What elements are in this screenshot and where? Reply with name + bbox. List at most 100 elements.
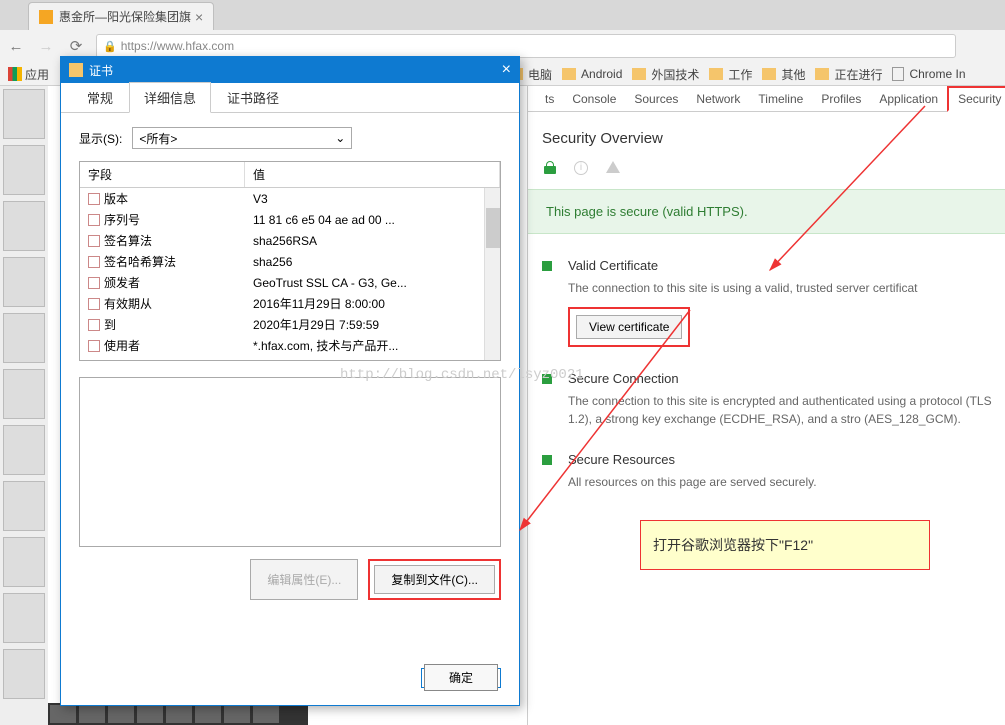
bottom-thumbs bbox=[48, 703, 308, 725]
field-icon bbox=[88, 277, 100, 289]
cell-value: 2016年11月29日 8:00:00 bbox=[245, 293, 500, 314]
cell-field: 有效期从 bbox=[80, 293, 245, 314]
thumbnail bbox=[3, 649, 45, 699]
browser-tab[interactable]: 惠金所—阳光保险集团旗 × bbox=[28, 2, 214, 30]
bookmark-folder[interactable]: Android bbox=[562, 67, 622, 81]
table-row[interactable]: 签名算法sha256RSA bbox=[80, 230, 500, 251]
table-row[interactable]: 到2020年1月29日 7:59:59 bbox=[80, 314, 500, 335]
bookmark-link[interactable]: Chrome In bbox=[892, 67, 965, 81]
field-icon bbox=[88, 256, 100, 268]
back-icon[interactable]: ← bbox=[6, 36, 26, 56]
tab-general[interactable]: 常规 bbox=[73, 83, 127, 112]
apps-icon bbox=[8, 67, 22, 81]
url-text: https://www.hfax.com bbox=[121, 39, 234, 53]
thumbnail bbox=[3, 537, 45, 587]
field-icon bbox=[88, 319, 100, 331]
cert-icon bbox=[69, 63, 83, 77]
cert-body: 显示(S): <所有> ⌄ 字段 值 版本V3序列号11 81 c6 e5 04… bbox=[61, 113, 519, 614]
bookmark-label: 其他 bbox=[781, 66, 805, 83]
cell-value: *.hfax.com, 技术与产品开... bbox=[245, 335, 500, 356]
folder-icon bbox=[709, 68, 723, 80]
folder-icon bbox=[562, 68, 576, 80]
tab-detail[interactable]: 详细信息 bbox=[129, 82, 211, 113]
reload-icon[interactable]: ⟳ bbox=[66, 36, 86, 56]
scrollbar[interactable] bbox=[484, 188, 500, 361]
apps-button[interactable]: 应用 bbox=[8, 66, 49, 83]
value-box bbox=[79, 377, 501, 547]
cell-value: GeoTrust SSL CA - G3, Ge... bbox=[245, 272, 500, 293]
chevron-down-icon: ⌄ bbox=[335, 131, 345, 145]
ok-button[interactable]: 确定 bbox=[424, 664, 498, 691]
tab-sources[interactable]: Sources bbox=[625, 86, 687, 112]
tab-network[interactable]: Network bbox=[687, 86, 749, 112]
table-body[interactable]: 版本V3序列号11 81 c6 e5 04 ae ad 00 ...签名算法sh… bbox=[80, 188, 500, 361]
cell-field: 签名算法 bbox=[80, 230, 245, 251]
view-cert-highlight: View certificate bbox=[568, 307, 690, 347]
show-select[interactable]: <所有> ⌄ bbox=[132, 127, 352, 149]
ok-wrap: 确定 bbox=[421, 668, 501, 688]
table-row[interactable]: 签名哈希算法sha256 bbox=[80, 251, 500, 272]
tab-title: 惠金所—阳光保险集团旗 bbox=[59, 8, 191, 25]
bookmark-folder[interactable]: 正在进行 bbox=[815, 66, 882, 83]
annotation-note: 打开谷歌浏览器按下"F12" bbox=[640, 520, 930, 570]
table-row[interactable]: 版本V3 bbox=[80, 188, 500, 209]
col-value: 值 bbox=[245, 162, 500, 187]
info-status-icon: i bbox=[574, 161, 588, 175]
bookmark-folder[interactable]: 工作 bbox=[709, 66, 752, 83]
cert-tabs: 常规 详细信息 证书路径 bbox=[61, 83, 519, 113]
table-row[interactable]: 公钥RSA (2048 Bits) bbox=[80, 356, 500, 361]
field-icon bbox=[88, 298, 100, 310]
thumbnail bbox=[3, 89, 45, 139]
edit-properties-button: 编辑属性(E)... bbox=[250, 559, 358, 600]
bookmark-folder[interactable]: 外国技术 bbox=[632, 66, 699, 83]
tab-application[interactable]: Application bbox=[870, 86, 947, 112]
tab-close-icon[interactable]: × bbox=[195, 9, 203, 25]
url-input[interactable]: 🔒 https://www.hfax.com bbox=[96, 34, 956, 58]
field-icon bbox=[88, 193, 100, 205]
tab-timeline[interactable]: Timeline bbox=[749, 86, 812, 112]
tab-security[interactable]: Security bbox=[947, 86, 1005, 112]
thumbnail bbox=[3, 425, 45, 475]
square-bullet-icon bbox=[542, 261, 552, 271]
field-icon bbox=[88, 214, 100, 226]
copy-to-file-button[interactable]: 复制到文件(C)... bbox=[374, 565, 495, 594]
bookmark-folder[interactable]: 其他 bbox=[762, 66, 805, 83]
tab-ts[interactable]: ts bbox=[536, 86, 563, 112]
valid-cert-section: Valid Certificate The connection to this… bbox=[542, 258, 1005, 347]
watermark-text: http://blog.csdn.net/lsyz0021 bbox=[340, 367, 584, 383]
warn-status-icon bbox=[606, 161, 620, 173]
scroll-thumb[interactable] bbox=[486, 208, 500, 248]
thumbnail bbox=[3, 369, 45, 419]
field-icon bbox=[88, 361, 100, 362]
cell-field: 到 bbox=[80, 314, 245, 335]
bookmark-label: Chrome In bbox=[909, 67, 965, 81]
apps-label: 应用 bbox=[25, 66, 49, 83]
cell-value: V3 bbox=[245, 188, 500, 209]
view-certificate-button[interactable]: View certificate bbox=[576, 315, 682, 339]
cell-value: RSA (2048 Bits) bbox=[245, 356, 500, 361]
table-row[interactable]: 序列号11 81 c6 e5 04 ae ad 00 ... bbox=[80, 209, 500, 230]
field-table: 字段 值 版本V3序列号11 81 c6 e5 04 ae ad 00 ...签… bbox=[79, 161, 501, 361]
close-icon[interactable]: × bbox=[502, 61, 511, 79]
forward-icon[interactable]: → bbox=[36, 36, 56, 56]
table-row[interactable]: 使用者*.hfax.com, 技术与产品开... bbox=[80, 335, 500, 356]
secure-resources-section: Secure Resources All resources on this p… bbox=[542, 452, 1005, 491]
tab-path[interactable]: 证书路径 bbox=[213, 83, 293, 112]
thumbnail bbox=[3, 593, 45, 643]
show-row: 显示(S): <所有> ⌄ bbox=[79, 127, 501, 149]
table-row[interactable]: 有效期从2016年11月29日 8:00:00 bbox=[80, 293, 500, 314]
dialog-titlebar[interactable]: 证书 × bbox=[61, 57, 519, 83]
cert-heading: Valid Certificate bbox=[568, 258, 1005, 273]
dialog-title: 证书 bbox=[89, 62, 113, 79]
file-icon bbox=[892, 67, 904, 81]
tab-console[interactable]: Console bbox=[563, 86, 625, 112]
secure-banner: This page is secure (valid HTTPS). bbox=[528, 189, 1005, 234]
folder-icon bbox=[815, 68, 829, 80]
tab-profiles[interactable]: Profiles bbox=[812, 86, 870, 112]
cell-value: 2020年1月29日 7:59:59 bbox=[245, 314, 500, 335]
cell-field: 序列号 bbox=[80, 209, 245, 230]
table-row[interactable]: 颁发者GeoTrust SSL CA - G3, Ge... bbox=[80, 272, 500, 293]
devtools-tabs: ts Console Sources Network Timeline Prof… bbox=[528, 86, 1005, 112]
conn-desc: The connection to this site is encrypted… bbox=[568, 392, 1005, 428]
bookmark-label: Android bbox=[581, 67, 622, 81]
